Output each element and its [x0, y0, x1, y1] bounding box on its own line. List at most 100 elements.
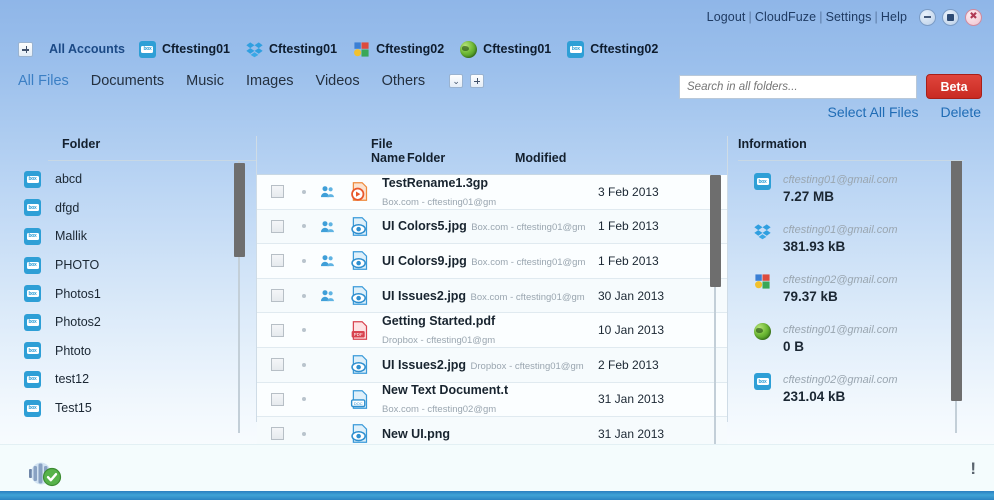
folder-item-label: PHOTO — [55, 258, 100, 273]
account-email: cftesting01@gmail.com — [783, 324, 898, 336]
file-modified: 31 Jan 2013 — [598, 392, 665, 407]
bottom-accent-bar — [0, 491, 994, 500]
add-filter-icon[interactable] — [470, 74, 485, 88]
box-icon: box — [24, 285, 41, 303]
status-dot-icon — [302, 362, 306, 367]
cloudfuze-link[interactable]: CloudFuze — [755, 10, 816, 24]
google-docs-icon — [353, 41, 370, 58]
account-email: cftesting01@gmail.com — [783, 224, 898, 236]
folder-item[interactable]: box Photos2 — [14, 308, 256, 337]
account-email: cftesting02@gmail.com — [783, 274, 898, 286]
shared-users-icon — [320, 290, 334, 302]
table-row[interactable]: UI Colors9.jpg Box.com - cftesting01@gm … — [257, 244, 727, 279]
table-row[interactable]: PDF Getting Started.pdf Dropbox - cftest… — [257, 313, 727, 348]
account-tab-box-02[interactable]: box Cftesting02 — [567, 40, 659, 58]
scrollbar-thumb[interactable] — [710, 175, 721, 287]
column-folder: Folder — [407, 151, 446, 165]
column-modified: Modified — [515, 151, 567, 165]
folder-item[interactable]: box PHOTO — [14, 251, 256, 280]
scrollbar-thumb[interactable] — [951, 161, 962, 401]
folder-item[interactable]: box dfgd — [14, 194, 256, 223]
folder-item-label: Mallik — [55, 229, 87, 244]
sync-ok-icon[interactable] — [28, 461, 64, 492]
row-checkbox[interactable] — [271, 358, 284, 372]
account-size: 7.27 MB — [783, 188, 835, 204]
alert-icon[interactable]: ! — [970, 459, 976, 479]
account-tab-globe-01[interactable]: Cftesting01 — [460, 40, 552, 58]
file-panel: File Name Folder Modified TestRename1.3g… — [257, 134, 727, 453]
maximize-icon[interactable] — [942, 8, 959, 26]
beta-button[interactable]: Beta — [926, 74, 982, 99]
folder-item-label: Photos1 — [55, 286, 101, 301]
file-type-icon-pdf: PDF — [342, 320, 376, 341]
tab-music[interactable]: Music — [186, 73, 224, 89]
file-source: Box.com - cftesting02@gm — [382, 404, 497, 416]
file-modified: 30 Jan 2013 — [598, 288, 665, 303]
file-actions: Select All Files Delete — [827, 104, 981, 120]
folder-item[interactable]: box Test15 — [14, 394, 256, 423]
globe-icon — [460, 40, 478, 58]
file-list-scrollbar[interactable] — [710, 175, 721, 453]
table-row[interactable]: UI Issues2.jpg Box.com - cftesting01@gm … — [257, 278, 727, 314]
search-input[interactable] — [679, 74, 917, 99]
minimize-icon[interactable] — [919, 8, 936, 26]
file-modified: 1 Feb 2013 — [598, 219, 659, 234]
table-row[interactable]: TestRename1.3gp Box.com - cftesting01@gm… — [257, 175, 727, 210]
file-name: New Text Document.t — [382, 383, 509, 398]
account-tab-dropbox-01[interactable]: Cftesting01 — [246, 41, 337, 58]
table-row[interactable]: DOC New Text Document.t Box.com - cftest… — [257, 381, 727, 418]
folder-panel-title: Folder — [62, 137, 101, 151]
account-tab-box-01[interactable]: box Cftesting01 — [138, 40, 230, 58]
table-row[interactable]: UI Issues2.jpg Dropbox - cftesting01@gm … — [257, 347, 727, 383]
account-label: Cftesting01 — [483, 42, 552, 56]
tab-all-files[interactable]: All Files — [18, 73, 69, 89]
row-checkbox[interactable] — [271, 254, 284, 268]
account-usage: cftesting02@gmail.com 79.37 kB — [783, 273, 898, 306]
file-modified: 2 Feb 2013 — [598, 357, 659, 372]
scrollbar-thumb[interactable] — [234, 163, 245, 257]
box-icon: box — [24, 342, 41, 360]
information-list: box cftesting01@gmail.com 7.27 MB cftest… — [738, 161, 978, 433]
file-type-icon-image — [342, 423, 376, 444]
table-row[interactable]: UI Colors5.jpg Box.com - cftesting01@gm … — [257, 209, 727, 245]
file-name-cell: New Text Document.t Box.com - cftesting0… — [376, 381, 598, 417]
row-checkbox[interactable] — [271, 219, 284, 233]
row-checkbox[interactable] — [271, 427, 284, 441]
window-controls: ✖ — [919, 8, 982, 26]
folder-item[interactable]: box Phtoto — [14, 337, 256, 366]
row-checkbox[interactable] — [271, 289, 284, 303]
shared-users-icon — [320, 186, 334, 198]
logout-link[interactable]: Logout — [707, 10, 746, 24]
add-account-icon[interactable] — [18, 41, 33, 57]
chevron-down-icon[interactable]: ⌄ — [449, 74, 464, 88]
folder-item-label: Test15 — [55, 401, 92, 416]
close-icon[interactable]: ✖ — [965, 8, 982, 26]
folder-item[interactable]: box Mallik — [14, 222, 256, 251]
row-checkbox[interactable] — [271, 392, 284, 406]
settings-link[interactable]: Settings — [826, 10, 872, 24]
file-type-icon-image — [342, 250, 376, 271]
file-source: Box.com - cftesting01@gm — [471, 222, 586, 234]
nav-separator: | — [748, 10, 752, 24]
tab-documents[interactable]: Documents — [91, 73, 164, 89]
folder-item[interactable]: box test12 — [14, 365, 256, 394]
account-tab-gdocs-02[interactable]: Cftesting02 — [353, 41, 444, 58]
cloudfuze-window: Logout | CloudFuze | Settings | Help ✖ All Acc… — [0, 0, 994, 500]
account-label: Cftesting02 — [590, 42, 659, 56]
help-link[interactable]: Help — [881, 10, 907, 24]
file-list-header: File Name Folder Modified — [257, 134, 727, 174]
row-checkbox[interactable] — [271, 185, 284, 199]
folder-scrollbar[interactable] — [234, 161, 245, 433]
select-all-files-link[interactable]: Select All Files — [827, 104, 918, 120]
information-scrollbar[interactable] — [951, 161, 962, 433]
account-email: cftesting02@gmail.com — [783, 374, 898, 386]
folder-item[interactable]: box abcd — [14, 165, 256, 194]
all-accounts-tab[interactable]: All Accounts — [49, 42, 125, 56]
folder-item[interactable]: box Photos1 — [14, 279, 256, 308]
delete-link[interactable]: Delete — [941, 104, 981, 120]
row-checkbox[interactable] — [271, 323, 284, 337]
tab-images[interactable]: Images — [246, 73, 294, 89]
tab-videos[interactable]: Videos — [316, 73, 360, 89]
box-icon: box — [24, 370, 41, 388]
tab-others[interactable]: Others — [382, 73, 426, 89]
